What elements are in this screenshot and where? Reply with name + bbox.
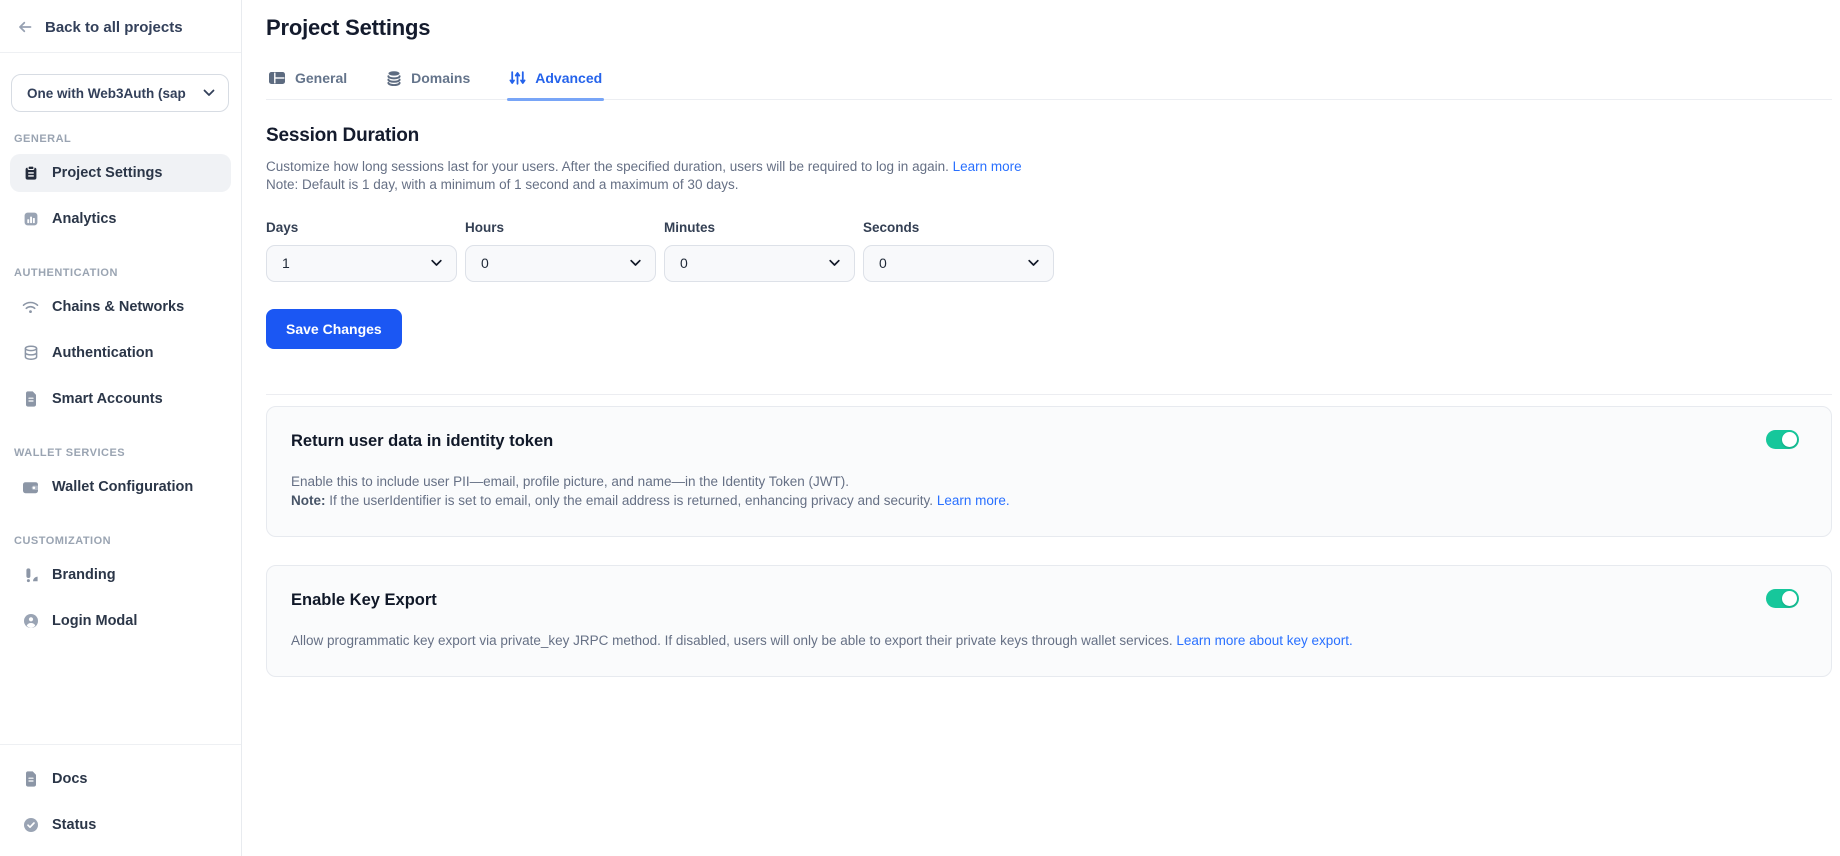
identity-token-toggle[interactable]: [1766, 430, 1799, 449]
page-title: Project Settings: [266, 15, 1832, 41]
tab-label: Domains: [411, 70, 470, 86]
sidebar-item-branding[interactable]: Branding: [10, 556, 231, 594]
sidebar-item-label: Login Modal: [52, 613, 137, 629]
description-line1: Allow programmatic key export via privat…: [291, 633, 1176, 648]
identity-token-title: Return user data in identity token: [291, 432, 1751, 451]
seconds-select[interactable]: 0: [863, 245, 1054, 282]
sidebar-item-label: Smart Accounts: [52, 391, 163, 407]
note-label: Note:: [291, 493, 326, 508]
sidebar-item-label: Authentication: [52, 345, 154, 361]
identity-token-card: Return user data in identity token Enabl…: [266, 406, 1832, 537]
description-line1: Enable this to include user PII—email, p…: [291, 474, 849, 489]
chevron-down-icon: [829, 260, 840, 267]
minutes-field: Minutes 0: [664, 220, 855, 282]
minutes-select[interactable]: 0: [664, 245, 855, 282]
wifi-icon: [22, 300, 39, 314]
section-label-customization: CUSTOMIZATION: [14, 535, 227, 547]
session-learn-more-link[interactable]: Learn more: [953, 159, 1022, 174]
user-circle-icon: [22, 613, 39, 629]
paintbrush-icon: [22, 567, 39, 583]
sidebar-item-authentication[interactable]: Authentication: [10, 334, 231, 372]
project-selector[interactable]: One with Web3Auth (sap: [11, 74, 229, 112]
identity-token-description: Enable this to include user PII—email, p…: [291, 472, 1751, 510]
key-export-learn-more-link[interactable]: Learn more about key export.: [1176, 633, 1352, 648]
section-label-authentication: AUTHENTICATION: [14, 267, 227, 279]
chevron-down-icon: [630, 260, 641, 267]
sidebar-item-login-modal[interactable]: Login Modal: [10, 602, 231, 640]
sliders-icon: [509, 70, 526, 86]
seconds-label: Seconds: [863, 220, 1054, 235]
sidebar-item-label: Docs: [52, 771, 87, 787]
sidebar-item-label: Project Settings: [52, 165, 162, 181]
sidebar-item-label: Analytics: [52, 211, 116, 227]
file-icon: [22, 391, 39, 407]
hours-select[interactable]: 0: [465, 245, 656, 282]
minutes-value: 0: [680, 255, 688, 271]
sidebar-footer: Docs Status: [0, 744, 241, 856]
chevron-down-icon: [203, 89, 215, 97]
chevron-down-icon: [431, 260, 442, 267]
bar-chart-icon: [22, 211, 39, 227]
back-to-projects-link[interactable]: Back to all projects: [0, 0, 241, 53]
section-divider: [266, 394, 1832, 395]
clipboard-icon: [22, 165, 39, 181]
session-duration-section: Session Duration Customize how long sess…: [266, 125, 1832, 349]
sidebar-item-label: Branding: [52, 567, 116, 583]
database-icon: [22, 345, 39, 361]
key-export-title: Enable Key Export: [291, 591, 1751, 610]
days-label: Days: [266, 220, 457, 235]
sidebar-item-label: Chains & Networks: [52, 299, 184, 315]
chevron-down-icon: [1028, 260, 1039, 267]
sidebar: Back to all projects One with Web3Auth (…: [0, 0, 242, 856]
wallet-icon: [22, 480, 39, 495]
arrow-left-icon: [16, 18, 34, 36]
hours-field: Hours 0: [465, 220, 656, 282]
key-export-card: Enable Key Export Allow programmatic key…: [266, 565, 1832, 677]
sidebar-item-docs[interactable]: Docs: [10, 760, 231, 798]
duration-fields: Days 1 Hours 0 Minutes 0: [266, 220, 1832, 282]
tab-general[interactable]: General: [266, 68, 349, 99]
check-circle-icon: [22, 817, 39, 833]
tab-label: General: [295, 70, 347, 86]
sidebar-item-label: Status: [52, 817, 96, 833]
days-field: Days 1: [266, 220, 457, 282]
sidebar-item-smart-accounts[interactable]: Smart Accounts: [10, 380, 231, 418]
toggle-knob: [1782, 591, 1797, 606]
project-selector-value: One with Web3Auth (sap: [27, 86, 186, 101]
sidebar-item-wallet-configuration[interactable]: Wallet Configuration: [10, 468, 231, 506]
tab-label: Advanced: [535, 70, 602, 86]
toggle-knob: [1782, 432, 1797, 447]
session-note-text: Note: Default is 1 day, with a minimum o…: [266, 177, 738, 192]
sidebar-item-project-settings[interactable]: Project Settings: [10, 154, 231, 192]
days-value: 1: [282, 255, 290, 271]
tab-bar: General Domains Advanced: [266, 68, 1832, 100]
file-icon: [22, 771, 39, 787]
seconds-value: 0: [879, 255, 887, 271]
back-label: Back to all projects: [45, 19, 183, 36]
sidebar-item-chains-networks[interactable]: Chains & Networks: [10, 288, 231, 326]
seconds-field: Seconds 0: [863, 220, 1054, 282]
table-icon: [268, 71, 286, 85]
session-duration-title: Session Duration: [266, 125, 1832, 147]
key-export-toggle[interactable]: [1766, 589, 1799, 608]
tab-advanced[interactable]: Advanced: [507, 68, 604, 99]
minutes-label: Minutes: [664, 220, 855, 235]
database-icon: [386, 70, 402, 86]
sidebar-item-label: Wallet Configuration: [52, 479, 193, 495]
save-changes-button[interactable]: Save Changes: [266, 309, 402, 349]
days-select[interactable]: 1: [266, 245, 457, 282]
sidebar-item-analytics[interactable]: Analytics: [10, 200, 231, 238]
description-line2: If the userIdentifier is set to email, o…: [326, 493, 937, 508]
description-text: Customize how long sessions last for you…: [266, 159, 953, 174]
key-export-description: Allow programmatic key export via privat…: [291, 631, 1751, 650]
hours-value: 0: [481, 255, 489, 271]
tab-domains[interactable]: Domains: [384, 68, 472, 99]
session-duration-description: Customize how long sessions last for you…: [266, 158, 1832, 194]
sidebar-item-status[interactable]: Status: [10, 806, 231, 844]
identity-learn-more-link[interactable]: Learn more.: [937, 493, 1010, 508]
section-label-general: GENERAL: [14, 133, 227, 145]
main-content: Project Settings General Domains Advance…: [242, 0, 1840, 856]
section-label-wallet-services: WALLET SERVICES: [14, 447, 227, 459]
hours-label: Hours: [465, 220, 656, 235]
